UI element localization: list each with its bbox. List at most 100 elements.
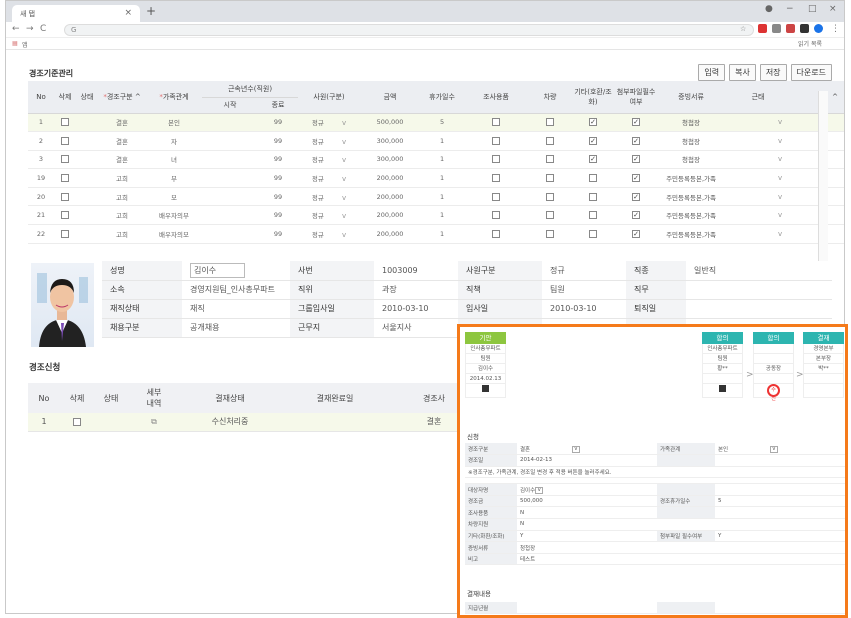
chevron-down-icon[interactable]: v bbox=[778, 137, 782, 145]
chevron-down-icon[interactable]: v bbox=[342, 156, 346, 164]
row-attach[interactable]: ✓ bbox=[614, 168, 659, 188]
table-row[interactable]: 3 결혼 녀 99 정규 v 300,000 1 ✓ ✓ 청첩장 v bbox=[28, 150, 844, 170]
date-value[interactable]: 2014-02-13 bbox=[517, 454, 657, 467]
relation-select[interactable]: 본인 v bbox=[715, 443, 845, 456]
target-select[interactable]: 김이수 v bbox=[517, 483, 657, 496]
sort-up-icon[interactable]: ^ bbox=[135, 93, 141, 101]
row-checkbox[interactable] bbox=[54, 113, 76, 133]
row-remark[interactable]: v bbox=[724, 131, 793, 151]
new-tab-icon[interactable]: + bbox=[146, 4, 156, 18]
table-row[interactable]: 19 고희 부 99 정규 v 200,000 1 ✓ 주민등록등본,가족 v bbox=[28, 168, 844, 188]
type-dropdown-icon[interactable]: v bbox=[571, 445, 580, 453]
row-attach[interactable]: ✓ bbox=[614, 224, 659, 244]
back-icon[interactable]: ← bbox=[12, 24, 20, 34]
table-row[interactable]: 20 고희 모 99 정규 v 200,000 1 ✓ 주민등록등본,가족 v bbox=[28, 187, 844, 207]
row-car[interactable] bbox=[528, 131, 573, 151]
row-checkbox[interactable] bbox=[54, 131, 76, 151]
type-select[interactable]: 결혼 v bbox=[517, 443, 657, 456]
row-flower[interactable] bbox=[464, 150, 529, 170]
row-etc[interactable]: ✓ bbox=[572, 113, 615, 133]
row-checkbox[interactable] bbox=[54, 168, 76, 188]
grid-scrollbar[interactable] bbox=[818, 91, 828, 261]
chevron-down-icon[interactable]: v bbox=[342, 119, 346, 127]
row-etc[interactable] bbox=[572, 224, 615, 244]
col-type[interactable]: *경조구분 ^ bbox=[98, 81, 146, 114]
forward-icon[interactable]: → bbox=[26, 24, 34, 34]
close-window-icon[interactable]: × bbox=[829, 4, 837, 14]
extension-icon-4[interactable] bbox=[800, 24, 809, 33]
relation-dropdown-icon[interactable]: v bbox=[769, 445, 778, 453]
apply-row[interactable]: 1 ⧉ 수신처리중 결혼 bbox=[28, 413, 478, 432]
reload-icon[interactable]: C bbox=[40, 24, 46, 34]
table-row[interactable]: 21 고희 배우자의부 99 정규 v 200,000 1 ✓ 주민등록등본,가족 v bbox=[28, 205, 844, 226]
row-attach[interactable]: ✓ bbox=[614, 205, 659, 226]
row-flower[interactable] bbox=[464, 187, 529, 207]
row-attach[interactable]: ✓ bbox=[614, 113, 659, 133]
row-emp[interactable]: 정규 v bbox=[298, 168, 361, 188]
row-checkbox[interactable] bbox=[54, 187, 76, 207]
row-remark[interactable]: v bbox=[724, 113, 793, 133]
target-dropdown-icon[interactable]: v bbox=[535, 486, 544, 494]
minimize-icon[interactable]: − bbox=[786, 4, 794, 14]
table-row[interactable]: 1 결혼 본인 99 정규 v 500,000 5 ✓ ✓ 청첩장 v bbox=[28, 113, 844, 133]
detail-doc-icon[interactable]: ⧉ bbox=[128, 413, 180, 432]
apps-icon[interactable]: ▦ bbox=[12, 40, 18, 47]
row-car[interactable] bbox=[528, 168, 573, 188]
table-row[interactable]: 2 결혼 자 99 정규 v 300,000 1 ✓ ✓ 청첩장 v bbox=[28, 131, 844, 151]
apps-label[interactable]: 앱 bbox=[22, 40, 28, 49]
name-field[interactable]: 김이수 bbox=[182, 261, 290, 281]
chevron-down-icon[interactable]: v bbox=[778, 174, 782, 182]
row-emp[interactable]: 정규 v bbox=[298, 187, 361, 207]
row-flower[interactable] bbox=[464, 168, 529, 188]
input-button[interactable]: 입력 bbox=[698, 64, 726, 81]
row-flower[interactable] bbox=[464, 131, 529, 151]
row-remark[interactable]: v bbox=[724, 187, 793, 207]
row-etc[interactable] bbox=[572, 205, 615, 226]
chevron-down-icon[interactable]: v bbox=[342, 231, 346, 239]
reading-list-label[interactable]: 읽기 목록 bbox=[798, 39, 822, 48]
chevron-down-icon[interactable]: v bbox=[342, 212, 346, 220]
chevron-down-icon[interactable]: v bbox=[778, 211, 782, 219]
row-emp[interactable]: 정규 v bbox=[298, 150, 361, 170]
chevron-down-icon[interactable]: v bbox=[342, 175, 346, 183]
row-flower[interactable] bbox=[464, 205, 529, 226]
row-car[interactable] bbox=[528, 187, 573, 207]
copy-button[interactable]: 복사 bbox=[729, 64, 756, 81]
row-etc[interactable]: ✓ bbox=[572, 131, 615, 151]
row-car[interactable] bbox=[528, 205, 573, 226]
row-emp[interactable]: 정규 v bbox=[298, 113, 361, 133]
address-bar[interactable]: G bbox=[64, 24, 754, 36]
row-car[interactable] bbox=[528, 113, 573, 133]
row-checkbox[interactable] bbox=[54, 224, 76, 244]
row-remark[interactable]: v bbox=[724, 205, 793, 226]
row-etc[interactable]: ✓ bbox=[572, 150, 615, 170]
row-emp[interactable]: 정규 v bbox=[298, 131, 361, 151]
row-attach[interactable]: ✓ bbox=[614, 187, 659, 207]
row-attach[interactable]: ✓ bbox=[614, 131, 659, 151]
row-emp[interactable]: 정규 v bbox=[298, 224, 361, 244]
account-icon[interactable] bbox=[814, 24, 823, 33]
chevron-down-icon[interactable]: v bbox=[778, 193, 782, 201]
chevron-down-icon[interactable]: v bbox=[342, 194, 346, 202]
apply-row-checkbox[interactable] bbox=[60, 413, 94, 432]
chevron-down-icon[interactable]: v bbox=[342, 138, 346, 146]
chevron-down-icon[interactable]: v bbox=[778, 118, 782, 126]
maximize-icon[interactable]: □ bbox=[808, 4, 817, 14]
row-checkbox[interactable] bbox=[54, 205, 76, 226]
row-car[interactable] bbox=[528, 224, 573, 244]
save-button[interactable]: 저장 bbox=[759, 64, 787, 81]
close-tab-icon[interactable]: × bbox=[124, 8, 132, 18]
row-car[interactable] bbox=[528, 150, 573, 170]
row-etc[interactable] bbox=[572, 187, 615, 207]
browser-tab[interactable]: 새 탭 × bbox=[12, 5, 140, 22]
extension-icon-1[interactable] bbox=[758, 24, 767, 33]
extension-icon-3[interactable] bbox=[786, 24, 795, 33]
menu-icon[interactable]: ⋮ bbox=[831, 24, 840, 34]
row-attach[interactable]: ✓ bbox=[614, 150, 659, 170]
row-flower[interactable] bbox=[464, 113, 529, 133]
row-remark[interactable]: v bbox=[724, 150, 793, 170]
chevron-down-icon[interactable]: v bbox=[778, 230, 782, 238]
chevron-down-icon[interactable]: v bbox=[778, 155, 782, 163]
profile-icon[interactable]: ● bbox=[765, 4, 773, 14]
row-checkbox[interactable] bbox=[54, 150, 76, 170]
